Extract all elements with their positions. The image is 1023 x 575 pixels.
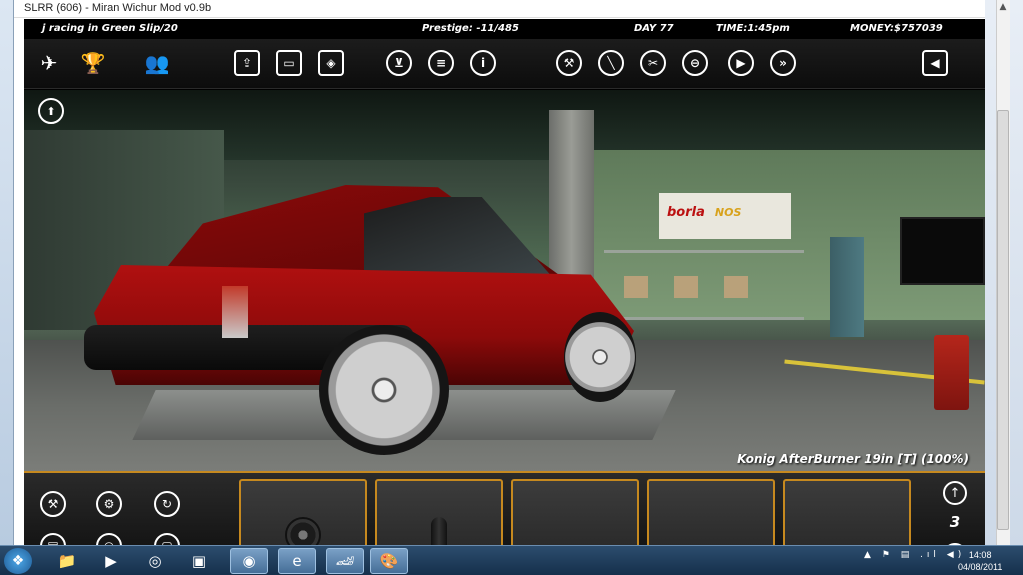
ie-icon[interactable]: e bbox=[278, 548, 316, 574]
day-label: DAY 77 bbox=[634, 23, 674, 34]
list-icon[interactable]: ≡ bbox=[428, 50, 454, 76]
paint-icon[interactable]: ▤ bbox=[40, 533, 66, 545]
car-lift-icon[interactable]: ⇪ bbox=[234, 50, 260, 76]
page-up-icon[interactable]: ↑ bbox=[943, 481, 967, 505]
game-window: SLRR (606) - Miran Wichur Mod v0.9b j ra… bbox=[14, 0, 985, 545]
parts-box bbox=[724, 276, 748, 298]
engine-icon[interactable]: ⚙ bbox=[96, 491, 122, 517]
app-icon[interactable]: ▣ bbox=[180, 548, 218, 574]
hud-bar: j racing in Green Slip/20 Prestige: -11/… bbox=[24, 19, 985, 39]
parts-panel: ⚒ ⚙ ↻ ▤ ◒ ▢ ↑ 3 ↓ bbox=[24, 471, 985, 545]
rotate-icon[interactable]: ↻ bbox=[154, 491, 180, 517]
wrench-icon[interactable]: ⚒ bbox=[556, 50, 582, 76]
team-label: j racing in Green Slip/20 bbox=[42, 23, 178, 34]
car-windows bbox=[364, 197, 554, 279]
window-title: SLRR (606) - Miran Wichur Mod v0.9b bbox=[24, 2, 212, 14]
main-toolbar: ✈ 🏆 👥 ⇪ ▭ ◈ ⊻ ≡ i ⚒ ╲ ✂ ⊖ ▶ » ◀ bbox=[24, 39, 985, 89]
sync-icon[interactable]: ◎ bbox=[136, 548, 174, 574]
start-button[interactable]: ❖ bbox=[4, 548, 32, 574]
scrollbar-thumb[interactable] bbox=[997, 110, 1009, 530]
system-tray[interactable]: ▲ ⚑ ▤ .ıl ◀) bbox=[864, 550, 965, 560]
info-icon[interactable]: i bbox=[470, 50, 496, 76]
desktop-left-strip bbox=[0, 0, 14, 545]
parts-box bbox=[674, 276, 698, 298]
car-front-icon[interactable]: ▭ bbox=[276, 50, 302, 76]
tools-icon[interactable]: ✂ bbox=[640, 50, 666, 76]
people-icon[interactable]: 👥 bbox=[144, 50, 170, 76]
rear-wheel bbox=[319, 325, 449, 455]
explorer-icon[interactable]: 📁 bbox=[48, 548, 86, 574]
shop-cart-icon[interactable]: ⊻ bbox=[386, 50, 412, 76]
car-view-icon[interactable]: ◒ bbox=[96, 533, 122, 545]
page-number: 3 bbox=[949, 513, 961, 531]
tire-side-part-icon bbox=[431, 517, 447, 545]
tool-locker bbox=[830, 237, 864, 337]
inventory-slot[interactable] bbox=[239, 479, 367, 545]
sponsor-sign: borla NOS bbox=[659, 193, 791, 239]
scroll-up-icon[interactable]: ▲ bbox=[996, 2, 1010, 16]
fullscreen-icon[interactable]: ▢ bbox=[154, 533, 180, 545]
clock-date: 04/08/2011 bbox=[958, 562, 1003, 572]
trophy-icon[interactable]: 🏆 bbox=[80, 50, 106, 76]
front-wheel bbox=[564, 312, 636, 402]
inventory-slot[interactable] bbox=[511, 479, 639, 545]
window-titlebar[interactable]: SLRR (606) - Miran Wichur Mod v0.9b bbox=[14, 0, 985, 18]
inventory-slot[interactable] bbox=[783, 479, 911, 545]
exit-icon[interactable]: ◀ bbox=[922, 50, 948, 76]
tire-part-icon bbox=[285, 517, 321, 545]
parts-box bbox=[624, 276, 648, 298]
game-viewport[interactable]: j racing in Green Slip/20 Prestige: -11/… bbox=[24, 19, 985, 545]
play-icon[interactable]: ▶ bbox=[728, 50, 754, 76]
wrench-icon[interactable]: ⚒ bbox=[40, 491, 66, 517]
wall-tv bbox=[900, 217, 985, 285]
inventory-slot[interactable] bbox=[375, 479, 503, 545]
screwdriver-icon[interactable]: ╲ bbox=[598, 50, 624, 76]
garage-scene[interactable]: borla NOS ⬆ Konig AfterBurner 19in [T] (1… bbox=[24, 90, 985, 471]
clock-time: 14:08 bbox=[968, 550, 992, 560]
desktop-right-strip: ▲ bbox=[985, 0, 1023, 545]
time-label: TIME:1:45pm bbox=[716, 23, 790, 34]
floor-jack bbox=[934, 335, 969, 410]
steering-wheel-icon[interactable]: ⊖ bbox=[682, 50, 708, 76]
media-player-icon[interactable]: ▶ bbox=[92, 548, 130, 574]
clock[interactable]: 14:08 04/08/2011 bbox=[958, 549, 1002, 573]
sign-brand2: NOS bbox=[714, 206, 742, 219]
money-label: MONEY:$757039 bbox=[850, 23, 943, 34]
logo-icon[interactable]: ✈ bbox=[36, 50, 62, 76]
prestige-label: Prestige: -11/485 bbox=[422, 23, 519, 34]
camera-toggle-icon[interactable]: ⬆ bbox=[38, 98, 64, 124]
taskbar: ❖ 📁 ▶ ◎ ▣ ◉ e 🏎 🎨 ▲ ⚑ ▤ .ıl ◀) 14:08 04/… bbox=[0, 545, 1023, 575]
inventory-slot[interactable] bbox=[647, 479, 775, 545]
car-taillight bbox=[222, 286, 248, 338]
fast-forward-icon[interactable]: » bbox=[770, 50, 796, 76]
chrome-icon[interactable]: ◉ bbox=[230, 548, 268, 574]
game-task-icon[interactable]: 🏎 bbox=[326, 548, 364, 574]
car-paint-icon[interactable]: ◈ bbox=[318, 50, 344, 76]
sign-brand: borla bbox=[667, 205, 705, 220]
selected-part-status: Konig AfterBurner 19in [T] (100%) bbox=[737, 452, 969, 466]
paint-task-icon[interactable]: 🎨 bbox=[370, 548, 408, 574]
